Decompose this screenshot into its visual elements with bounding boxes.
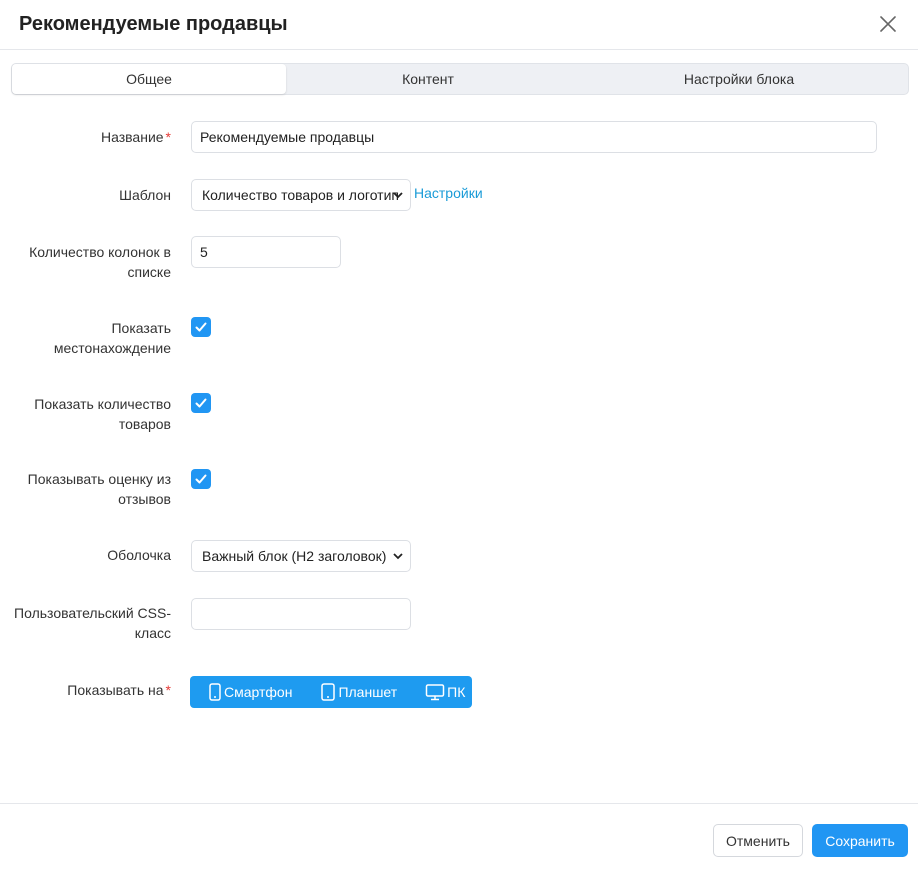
- show-location-checkbox[interactable]: [191, 317, 211, 337]
- name-input[interactable]: [191, 121, 877, 153]
- device-smartphone-button[interactable]: Смартфон: [208, 676, 292, 708]
- show-products-count-label: Показать количество товаров: [34, 396, 171, 432]
- show-rating-label: Показывать оценку из отзывов: [27, 471, 171, 507]
- modal-header: Рекомендуемые продавцы: [0, 0, 918, 50]
- save-button[interactable]: Сохранить: [812, 824, 908, 857]
- css-class-label: Пользовательский CSS-класс: [14, 605, 171, 641]
- cancel-button[interactable]: Отменить: [713, 824, 803, 857]
- css-class-input[interactable]: [191, 598, 411, 630]
- columns-input[interactable]: [191, 236, 341, 268]
- name-label: Название *: [100, 129, 171, 145]
- columns-label: Количество колонок в списке: [29, 244, 171, 280]
- wrapper-select-value: Важный блок (H2 заголовок): [202, 548, 387, 564]
- wrapper-label: Оболочка: [107, 547, 171, 563]
- template-settings-link[interactable]: Настройки: [414, 185, 483, 201]
- desktop-icon: [425, 684, 445, 701]
- wrapper-select[interactable]: Важный блок (H2 заголовок): [191, 540, 411, 572]
- tablet-icon: [321, 683, 336, 701]
- show-products-count-checkbox[interactable]: [191, 393, 211, 413]
- modal-footer: Отменить Сохранить: [0, 803, 918, 872]
- chevron-down-icon: [393, 192, 403, 199]
- template-select-value: Количество товаров и логотип: [202, 187, 399, 203]
- check-icon: [195, 322, 207, 332]
- chevron-down-icon: [393, 553, 403, 560]
- check-icon: [195, 398, 207, 408]
- required-mark: *: [165, 129, 171, 145]
- show-location-label: Показать местонахождение: [53, 320, 171, 356]
- close-icon[interactable]: [879, 15, 897, 33]
- modal-title: Рекомендуемые продавцы: [19, 13, 288, 35]
- tab-general[interactable]: Общее: [12, 64, 286, 94]
- device-toggle-group: Смартфон Планшет ПК: [190, 676, 472, 708]
- tab-content[interactable]: Контент: [286, 64, 570, 94]
- required-mark: *: [165, 682, 171, 698]
- show-rating-checkbox[interactable]: [191, 469, 211, 489]
- template-select[interactable]: Количество товаров и логотип: [191, 179, 411, 211]
- device-tablet-button[interactable]: Планшет: [320, 676, 397, 708]
- smartphone-icon: [209, 683, 221, 701]
- template-label: Шаблон: [119, 187, 171, 203]
- tab-block-settings[interactable]: Настройки блока: [570, 64, 908, 94]
- device-desktop-button[interactable]: ПК: [425, 676, 465, 708]
- tab-bar: Общее Контент Настройки блока: [11, 63, 909, 95]
- check-icon: [195, 474, 207, 484]
- show-on-label: Показывать на *: [67, 682, 171, 698]
